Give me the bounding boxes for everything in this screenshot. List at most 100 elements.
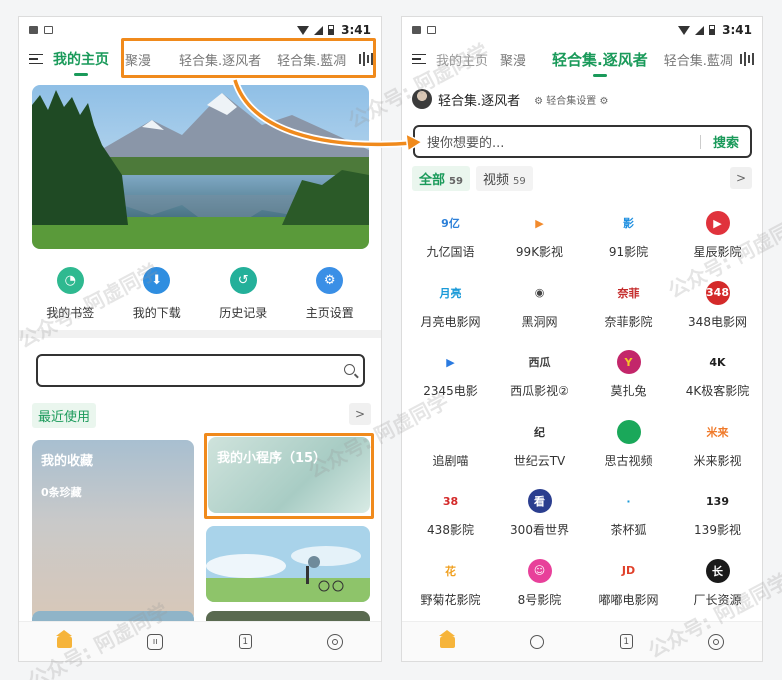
site-name: 西瓜影视② [510, 384, 569, 398]
menu-icon[interactable] [29, 53, 43, 65]
avatar[interactable] [412, 89, 432, 109]
history-button[interactable]: ↺ 历史记录 [203, 267, 283, 321]
tab-jumanga[interactable]: 聚漫 [500, 50, 526, 69]
site-item[interactable]: 139 139影视 [673, 481, 762, 551]
menu-icon[interactable] [412, 53, 426, 65]
site-item[interactable]: 长厂长资源 [673, 551, 762, 621]
site-item[interactable]: ▶ 2345电影 [406, 342, 495, 412]
highlight-box-tabs [121, 38, 376, 78]
site-logo-icon: 看 [527, 489, 552, 513]
site-name: 4K极客影院 [685, 384, 750, 398]
site-grid: 9亿 九亿国语 ▶ 99K影视影 91影院 ▶ 星辰影院 月亮 月亮电影网 ◉ 黑洞网 奈菲 奈菲影院 3… [406, 203, 762, 620]
site-item[interactable]: 月亮 月亮电影网 [406, 273, 495, 343]
site-logo-icon: 西瓜 [527, 350, 552, 374]
site-item[interactable]: 花野菊花影院 [406, 551, 495, 621]
filter-all-label: 全部 [419, 173, 446, 188]
filter-video-label: 视频 [482, 173, 509, 188]
search-input[interactable] [36, 354, 365, 387]
site-item[interactable]: 追剧喵 [406, 412, 495, 482]
filter-all-count: 59 [449, 176, 463, 187]
tabs-icon[interactable]: 1 [238, 634, 252, 649]
site-logo-icon: 花 [438, 558, 463, 583]
signal-icon [314, 25, 324, 35]
site-item[interactable]: 38 438影院 [406, 481, 495, 551]
downloads-button[interactable]: ⬇ 我的下载 [117, 267, 197, 321]
recent-more-button[interactable]: > [349, 403, 371, 425]
site-item[interactable]: 米来 米来影视 [673, 412, 762, 482]
site-logo-icon: 348 [705, 280, 730, 305]
search-icon[interactable] [344, 364, 355, 375]
home-settings-label: 主页设置 [305, 306, 354, 320]
site-name: 莫扎兔 [610, 384, 647, 398]
tab-manager-icon[interactable] [740, 52, 754, 66]
search-placeholder: 搜你想要的... [427, 136, 505, 151]
site-item[interactable]: ▶ 99K影视 [495, 203, 584, 273]
site-item[interactable]: Y 莫扎兔 [584, 342, 673, 412]
profile-icon[interactable] [708, 633, 725, 650]
anime-landscape-image [206, 526, 370, 602]
filter-all[interactable]: 全部 59 [412, 166, 470, 191]
home-screen: 3:41 我的主页 聚漫 轻合集.逐风者 轻合集.藍凋 ◔ 我的书签 ⬇ 我的下… [18, 16, 382, 662]
collection-header: 轻合集.逐风者 ⚙ 轻合集设置 ⚙ [412, 89, 608, 109]
collection-settings-link[interactable]: ⚙ 轻合集设置 ⚙ [534, 92, 608, 107]
site-name: 星辰影院 [693, 245, 742, 259]
filter-more-button[interactable]: > [730, 167, 752, 189]
site-item[interactable]: ☺ 8号影院 [495, 551, 584, 621]
site-item[interactable]: ▶ 星辰影院 [673, 203, 762, 273]
favorites-title: 我的收藏 [41, 454, 94, 469]
site-name: 2345电影 [423, 384, 478, 398]
site-item[interactable]: 西瓜西瓜影视② [495, 342, 584, 412]
bookmarks-button[interactable]: ◔ 我的书签 [30, 267, 110, 321]
site-name: 月亮电影网 [420, 314, 481, 329]
image-notification-icon [412, 26, 421, 34]
bottom-nav: 1 [402, 621, 762, 661]
site-item[interactable]: 影 91影院 [584, 203, 673, 273]
site-name: 九亿国语 [426, 245, 475, 259]
tab-my-home[interactable]: 我的主页 [436, 50, 488, 69]
site-logo-icon: 奈菲 [616, 280, 641, 305]
top-tab-bar: 我的主页 聚漫 轻合集.逐风者 轻合集.藍凋 [402, 43, 762, 77]
site-item[interactable]: 纪世纪云TV [495, 412, 584, 482]
home-icon[interactable] [438, 629, 455, 648]
site-item[interactable]: 4K 4K极客影院 [673, 342, 762, 412]
tabs-icon[interactable]: 1 [619, 634, 633, 649]
search-icon[interactable] [530, 634, 545, 649]
site-logo-icon: ◉ [527, 280, 552, 305]
site-logo-icon: 纪 [527, 419, 552, 444]
site-logo-icon: ☺ [527, 558, 552, 583]
bottom-nav: ıı 1 [19, 621, 381, 661]
home-settings-button[interactable]: ⚙ 主页设置 [290, 267, 370, 321]
site-item[interactable]: 奈菲 奈菲影院 [584, 273, 673, 343]
tab-my-home[interactable]: 我的主页 [53, 49, 109, 76]
search-input[interactable]: 搜你想要的... 搜索 [413, 125, 752, 158]
site-name: 嘟嘟电影网 [598, 592, 659, 607]
profile-icon[interactable] [327, 633, 344, 650]
site-name: 追剧喵 [432, 453, 469, 468]
collection-screen: 3:41 我的主页 聚漫 轻合集.逐风者 轻合集.藍凋 轻合集.逐风者 ⚙ 轻合… [401, 16, 763, 662]
site-logo-icon: 9亿 [438, 211, 463, 235]
filter-chips: 全部 59 视频 59 [412, 166, 533, 191]
site-name: 8号影院 [517, 592, 562, 607]
favorites-card[interactable]: 我的收藏 0条珍藏 [32, 440, 194, 622]
hero-banner-image[interactable] [32, 85, 369, 249]
video-icon[interactable]: ıı [147, 633, 164, 650]
collection-name: 轻合集.逐风者 [438, 93, 521, 109]
site-item[interactable]: · 茶杯狐 [584, 481, 673, 551]
site-item[interactable]: 9亿九亿国语 [406, 203, 495, 273]
tab-collection-zhufengzhe[interactable]: 轻合集.逐风者 [552, 49, 648, 77]
site-name: 91影院 [608, 245, 649, 259]
mountain-lake-image [32, 85, 369, 249]
site-item[interactable]: 348 348电影网 [673, 273, 762, 343]
site-item[interactable]: 看 300看世界 [495, 481, 584, 551]
filter-video[interactable]: 视频 59 [475, 166, 533, 191]
tab-collection-landiao[interactable]: 轻合集.藍凋 [664, 50, 733, 69]
site-item[interactable]: ◉ 黑洞网 [495, 273, 584, 343]
site-name: 139影视 [694, 523, 741, 537]
home-icon[interactable] [55, 629, 72, 648]
site-logo-icon: ▶ [705, 211, 730, 235]
search-button[interactable]: 搜索 [713, 132, 739, 151]
quick-actions: ◔ 我的书签 ⬇ 我的下载 ↺ 历史记录 ⚙ 主页设置 [19, 267, 381, 321]
anime-scene-card[interactable] [206, 526, 370, 602]
site-item[interactable]: JD 嘟嘟电影网 [584, 551, 673, 621]
site-item[interactable]: 思古视频 [584, 412, 673, 482]
